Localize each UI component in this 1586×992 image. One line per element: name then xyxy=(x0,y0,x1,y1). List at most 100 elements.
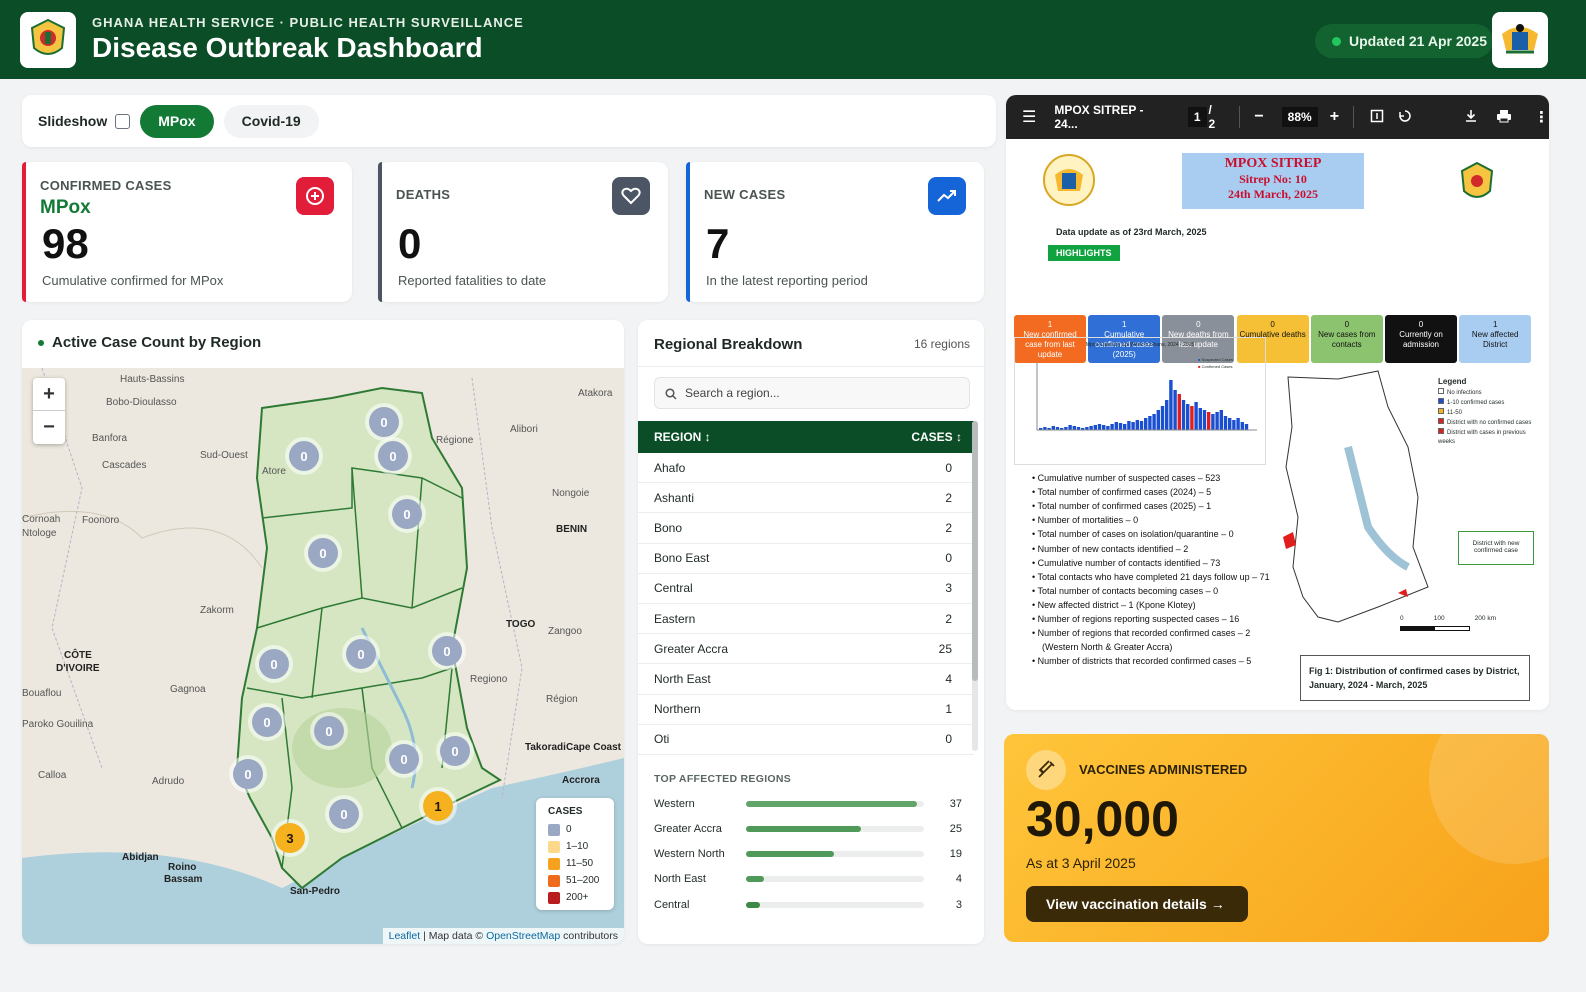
stat-value: 0 xyxy=(398,220,422,267)
top-region-name: Western xyxy=(654,797,695,810)
sitrep-title-box: MPOX SITREP Sitrep No: 10 24th March, 20… xyxy=(1182,153,1364,209)
region-table-body: Ahafo 0 Ashanti 2 Bono 2 Bono East 0 Central 3 Eas… xyxy=(638,453,974,755)
epi-bar xyxy=(1240,422,1244,430)
case-marker[interactable]: 0 xyxy=(233,759,263,789)
case-marker[interactable]: 0 xyxy=(440,736,470,766)
data-update-text: Data update as of 23rd March, 2025 xyxy=(1056,227,1207,237)
case-marker[interactable]: 0 xyxy=(329,799,359,829)
epi-bar xyxy=(1093,425,1097,430)
place-label: Cape Coast xyxy=(566,742,622,753)
sort-cases-header[interactable]: CASES ↕ xyxy=(911,430,962,444)
place-label: Roino xyxy=(168,862,197,873)
case-marker[interactable]: 3 xyxy=(275,823,305,853)
region-cases: 0 xyxy=(945,732,952,747)
legend-swatch xyxy=(548,823,560,836)
pdf-legend-items: No infections 1-10 confirmed cases 11-50 Di… xyxy=(1438,388,1532,447)
pdf-zoom-level[interactable]: 88% xyxy=(1281,107,1318,127)
table-scrollbar[interactable] xyxy=(972,421,978,751)
slideshow-checkbox[interactable] xyxy=(115,113,131,129)
region-cases: 25 xyxy=(938,641,952,656)
highlight-number: 0 xyxy=(1344,320,1350,329)
case-marker[interactable]: 0 xyxy=(308,538,338,568)
place-label: Régione xyxy=(436,435,474,446)
top-region-bar-fill xyxy=(746,851,834,858)
place-label: San-Pedro xyxy=(290,886,341,897)
region-count: 16 regions xyxy=(913,337,970,351)
zoom-in-icon[interactable]: + xyxy=(1330,108,1339,126)
sitrep-bullet: • Total number of confirmed cases (2025)… xyxy=(1032,501,1212,512)
place-label: Hauts-Bassins xyxy=(120,374,185,385)
pdf-legend-item: District with no confirmed cases xyxy=(1438,418,1532,428)
pdf-viewer: ☰ MPOX SITREP - 24... 1 / 2 − 88% + ⋮ MP… xyxy=(1006,95,1549,710)
chart-title: Mpox Cases by Epi Week in Ghana, 2024 - … xyxy=(1085,342,1195,348)
pdf-page-input[interactable]: 1 xyxy=(1187,107,1207,127)
slideshow-toggle[interactable]: Slideshow xyxy=(38,113,131,129)
pdf-legend-label: District with cases in previous weeks xyxy=(1438,430,1526,445)
scrollbar-thumb[interactable] xyxy=(972,421,978,681)
case-marker[interactable]: 0 xyxy=(432,636,462,666)
region-name: Ahafo xyxy=(654,460,686,475)
epi-bar xyxy=(1173,390,1177,430)
case-marker[interactable]: 0 xyxy=(289,441,319,471)
table-row[interactable]: Bono 2 xyxy=(638,513,974,544)
case-marker[interactable]: 0 xyxy=(346,639,376,669)
zoom-in-button[interactable]: + xyxy=(33,378,65,411)
case-marker[interactable]: 0 xyxy=(392,499,422,529)
download-icon[interactable] xyxy=(1464,109,1478,126)
epi-bar xyxy=(1219,410,1223,430)
app-header: GHANA HEALTH SERVICE · PUBLIC HEALTH SUR… xyxy=(0,0,1586,79)
sitrep-bullet: • Number of districts that recorded conf… xyxy=(1032,656,1252,667)
pdf-legend-swatch xyxy=(1438,388,1444,394)
menu-icon[interactable]: ☰ xyxy=(1022,107,1036,127)
epi-bar xyxy=(1215,412,1219,430)
stat-desc: Cumulative confirmed for MPox xyxy=(42,273,224,288)
case-marker[interactable]: 0 xyxy=(378,441,408,471)
leaflet-map[interactable]: + − Hauts-Bassins Bobo-Dioulasso Banfora Su… xyxy=(22,368,624,944)
rotate-icon[interactable] xyxy=(1398,109,1412,126)
legend-label: 11–50 xyxy=(566,858,594,869)
table-row[interactable]: Greater Accra 25 xyxy=(638,634,974,665)
fit-page-icon[interactable] xyxy=(1370,109,1384,126)
pdf-legend-label: No infections xyxy=(1447,390,1482,396)
sitrep-bullet: • Number of regions that recorded confir… xyxy=(1032,628,1251,639)
epi-bar xyxy=(1110,424,1114,430)
epi-bar xyxy=(1152,414,1156,430)
zoom-out-button[interactable]: − xyxy=(33,411,65,444)
print-icon[interactable] xyxy=(1496,109,1512,126)
case-marker[interactable]: 0 xyxy=(259,649,289,679)
tab-covid-19[interactable]: Covid-19 xyxy=(223,104,319,138)
table-row[interactable]: Eastern 2 xyxy=(638,604,974,635)
table-row[interactable]: Ashanti 2 xyxy=(638,483,974,514)
table-row[interactable]: Northern 1 xyxy=(638,695,974,725)
regional-breakdown-card: Regional Breakdown 16 regions Search a r… xyxy=(638,320,984,944)
case-marker[interactable]: 0 xyxy=(389,744,419,774)
stat-card-new-cases: NEW CASES 7 In the latest reporting peri… xyxy=(686,162,984,302)
table-row[interactable]: Bono East 0 xyxy=(638,544,974,574)
more-options-icon[interactable]: ⋮ xyxy=(1534,108,1549,126)
zoom-out-icon[interactable]: − xyxy=(1254,108,1263,126)
place-label: Atakora xyxy=(578,388,613,399)
attribution-text: | Map data © xyxy=(420,930,487,942)
table-row[interactable]: Oti 0 xyxy=(638,725,974,755)
epi-bar xyxy=(1072,426,1076,430)
case-marker[interactable]: 0 xyxy=(314,716,344,746)
case-marker[interactable]: 1 xyxy=(423,791,453,821)
tab-mpox[interactable]: MPox xyxy=(140,104,214,138)
case-marker[interactable]: 0 xyxy=(252,707,282,737)
place-label: Atore xyxy=(262,466,286,477)
osm-link[interactable]: OpenStreetMap xyxy=(486,930,560,942)
table-row[interactable]: North East 4 xyxy=(638,664,974,695)
epi-bar xyxy=(1127,421,1131,430)
sort-region-header[interactable]: REGION ↕ xyxy=(654,430,711,444)
leaflet-link[interactable]: Leaflet xyxy=(389,930,421,942)
region-name: Northern xyxy=(654,702,701,717)
view-vaccination-details-button[interactable]: View vaccination details → xyxy=(1026,886,1248,922)
top-region-value: 19 xyxy=(949,848,962,861)
place-label: D'IVOIRE xyxy=(56,663,100,674)
region-search-input[interactable]: Search a region... xyxy=(654,377,970,409)
syringe-icon xyxy=(1026,750,1066,790)
case-marker[interactable]: 0 xyxy=(369,407,399,437)
table-row[interactable]: Ahafo 0 xyxy=(638,453,974,484)
slideshow-label: Slideshow xyxy=(38,113,108,129)
table-row[interactable]: Central 3 xyxy=(638,574,974,604)
